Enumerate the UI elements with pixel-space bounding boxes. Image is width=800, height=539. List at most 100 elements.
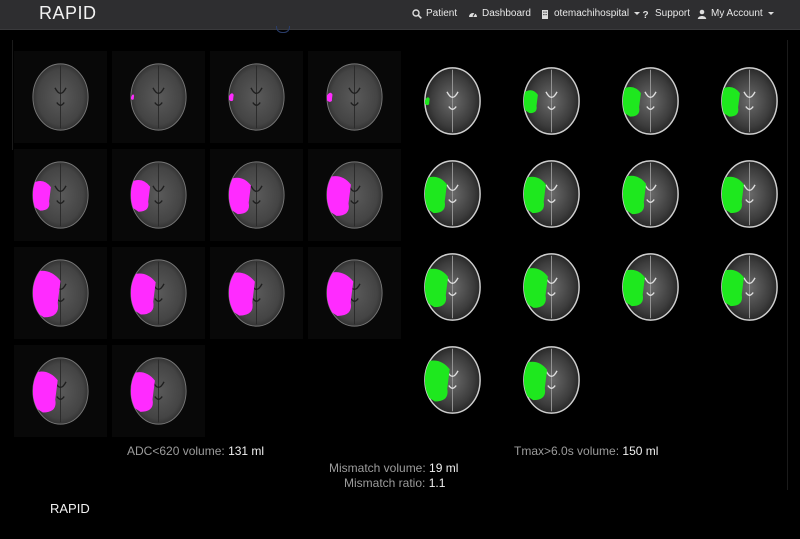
mismatch-ratio-label: Mismatch ratio: bbox=[344, 476, 426, 490]
tmax-slice-tile bbox=[505, 241, 598, 333]
adc-slice-tile bbox=[308, 247, 401, 339]
chevron-down-icon bbox=[634, 12, 641, 15]
lesion-overlay bbox=[32, 371, 58, 413]
decorative-arc bbox=[276, 26, 290, 33]
brain-slice-image bbox=[130, 161, 187, 229]
tmax-slice-tile bbox=[604, 55, 697, 147]
chevron-down-icon bbox=[767, 12, 774, 15]
adc-volume-label: ADC<620 volume: bbox=[127, 444, 225, 458]
adc-volume-caption: ADC<620 volume: 131 ml bbox=[127, 444, 264, 458]
brain-slice-image bbox=[424, 346, 481, 414]
brain-slice-image bbox=[424, 253, 481, 321]
tmax-volume-value: 150 ml bbox=[622, 444, 659, 458]
nav-support[interactable]: ? Support bbox=[641, 8, 691, 19]
nav-dashboard-label: Dashboard bbox=[482, 8, 531, 19]
brain-slice-image bbox=[622, 253, 679, 321]
lesion-overlay bbox=[622, 87, 641, 117]
brain-slice-image bbox=[523, 160, 580, 228]
brain-slice-image bbox=[32, 259, 89, 327]
brain-slice-image bbox=[424, 160, 481, 228]
adc-slice-tile bbox=[14, 345, 107, 437]
brain-slice-image bbox=[721, 253, 778, 321]
lesion-overlay bbox=[523, 90, 538, 114]
tmax-slice-tile bbox=[406, 55, 499, 147]
mismatch-volume-label: Mismatch volume: bbox=[329, 461, 426, 475]
nav-account-dropdown[interactable]: My Account bbox=[697, 8, 774, 19]
adc-slice-tile bbox=[210, 149, 303, 241]
lesion-overlay bbox=[622, 175, 647, 215]
mismatch-volume-caption: Mismatch volume: 19 ml bbox=[329, 461, 458, 475]
tmax-slice-tile bbox=[505, 334, 598, 426]
top-navbar: RAPID Patient Dashboard otemachihospital… bbox=[0, 0, 800, 30]
tmax-slice-tile bbox=[703, 55, 796, 147]
lesion-overlay bbox=[721, 176, 744, 214]
tmax-volume-label: Tmax>6.0s volume: bbox=[514, 444, 620, 458]
lesion-overlay bbox=[326, 272, 354, 316]
search-icon bbox=[412, 8, 422, 19]
nav-support-label: Support bbox=[655, 8, 691, 19]
brain-slice-image bbox=[228, 259, 285, 327]
brain-slice-image bbox=[32, 63, 89, 131]
brain-slice-image bbox=[130, 63, 187, 131]
lesion-overlay bbox=[32, 270, 61, 318]
lesion-overlay bbox=[721, 269, 744, 307]
adc-slice-tile bbox=[112, 51, 205, 143]
brain-slice-image bbox=[32, 161, 89, 229]
brain-slice-image bbox=[721, 160, 778, 228]
adc-slice-tile bbox=[14, 149, 107, 241]
adc-slice-tile bbox=[112, 247, 205, 339]
mismatch-ratio-caption: Mismatch ratio: 1.1 bbox=[344, 476, 445, 490]
lesion-overlay bbox=[424, 268, 449, 308]
lesion-overlay bbox=[424, 176, 447, 214]
lesion-overlay bbox=[622, 269, 645, 307]
nav-hospital-dropdown[interactable]: otemachihospital bbox=[540, 8, 641, 19]
lesion-overlay bbox=[424, 360, 450, 402]
brain-slice-image bbox=[130, 259, 187, 327]
lesion-overlay bbox=[523, 176, 546, 214]
brain-slice-image bbox=[523, 346, 580, 414]
brain-slice-image bbox=[622, 160, 679, 228]
brain-slice-image bbox=[228, 161, 285, 229]
brain-slice-image bbox=[326, 259, 383, 327]
lesion-overlay bbox=[228, 177, 251, 215]
tmax-slice-tile bbox=[406, 241, 499, 333]
adc-slice-tile bbox=[112, 149, 205, 241]
nav-account-label: My Account bbox=[711, 8, 763, 19]
adc-volume-value: 131 ml bbox=[228, 444, 265, 458]
question-icon: ? bbox=[643, 10, 649, 19]
nav-dashboard[interactable]: Dashboard bbox=[468, 8, 531, 19]
lesion-overlay bbox=[721, 87, 740, 117]
brain-slice-image bbox=[424, 67, 481, 135]
adc-slice-tile bbox=[14, 51, 107, 143]
brain-slice-image bbox=[523, 67, 580, 135]
app-brand[interactable]: RAPID bbox=[39, 3, 97, 24]
lesion-overlay bbox=[326, 176, 351, 216]
brain-slice-image bbox=[622, 67, 679, 135]
brain-slice-image bbox=[721, 67, 778, 135]
lesion-overlay bbox=[130, 180, 151, 212]
adc-slice-tile bbox=[210, 247, 303, 339]
adc-slice-tile bbox=[112, 345, 205, 437]
left-guide-line bbox=[12, 40, 13, 150]
tmax-slice-tile bbox=[406, 334, 499, 426]
tmax-slice-tile bbox=[406, 148, 499, 240]
tmax-slice-tile bbox=[505, 148, 598, 240]
brain-slice-image bbox=[523, 253, 580, 321]
brain-slice-image bbox=[326, 161, 383, 229]
nav-hospital-label: otemachihospital bbox=[554, 8, 630, 19]
lesion-overlay bbox=[32, 181, 51, 211]
user-icon bbox=[697, 9, 707, 19]
nav-patient[interactable]: Patient bbox=[412, 8, 457, 19]
brain-slice-image bbox=[326, 63, 383, 131]
nav-patient-label: Patient bbox=[426, 8, 458, 19]
brain-slice-image bbox=[130, 357, 187, 425]
lesion-overlay bbox=[130, 372, 155, 412]
svg-text:?: ? bbox=[643, 10, 649, 19]
tmax-slice-tile bbox=[604, 148, 697, 240]
adc-slice-tile bbox=[308, 51, 401, 143]
tmax-slice-tile bbox=[604, 241, 697, 333]
brain-slice-image bbox=[228, 63, 285, 131]
lesion-overlay bbox=[523, 361, 548, 401]
lesion-overlay bbox=[130, 273, 156, 315]
tmax-slice-tile bbox=[505, 55, 598, 147]
